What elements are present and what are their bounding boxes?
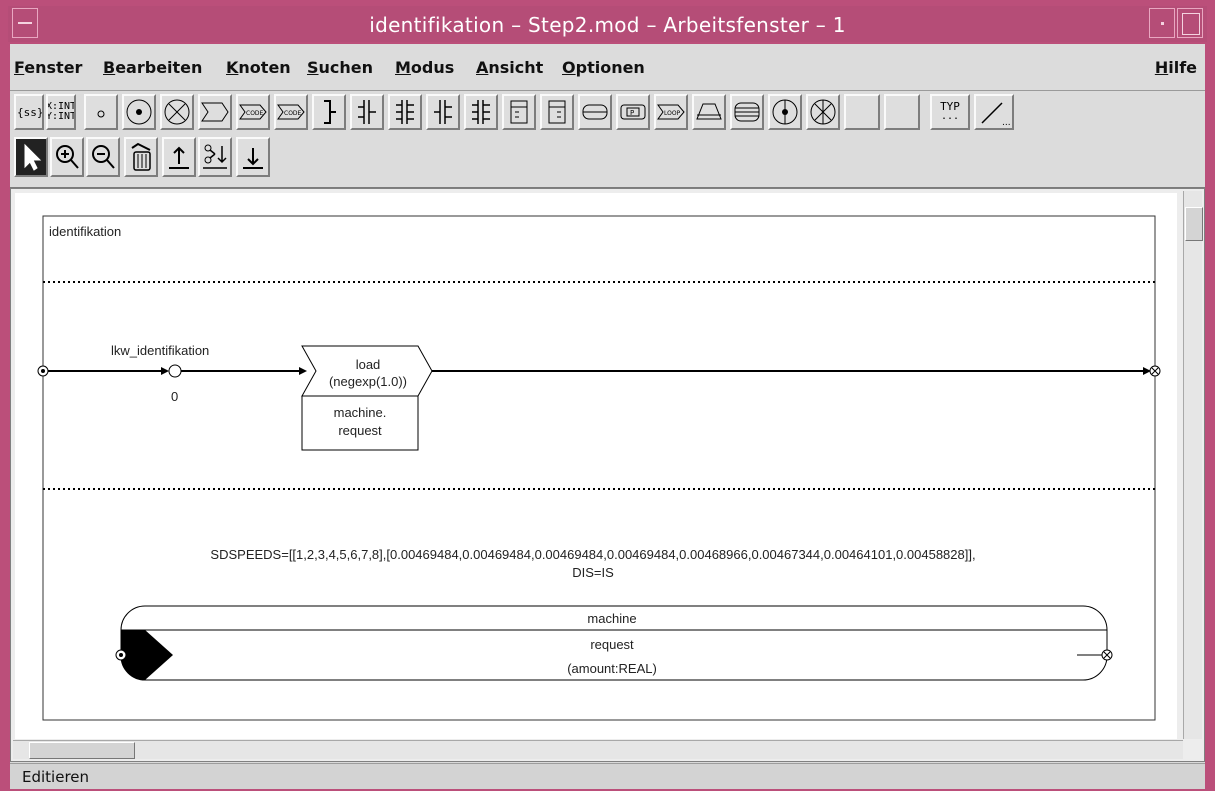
svg-text:CODE: CODE bbox=[284, 110, 302, 117]
menu-knoten[interactable]: Knoten bbox=[226, 58, 291, 77]
process-delay: (negexp(1.0)) bbox=[329, 374, 407, 389]
application-window: identifikation – Step2.mod – Arbeitsfens… bbox=[0, 0, 1215, 791]
menu-ansicht-rest: nsicht bbox=[488, 58, 544, 77]
svg-text:CODE: CODE bbox=[246, 110, 264, 117]
svg-text:LOOP: LOOP bbox=[664, 110, 681, 117]
menu-bearbeiten-rest: earbeiten bbox=[115, 58, 203, 77]
flow-arrow-1 bbox=[161, 367, 169, 375]
table-2-icon[interactable] bbox=[540, 94, 574, 130]
vertical-scrollbar[interactable] bbox=[1183, 191, 1203, 739]
minimize-button[interactable] bbox=[1149, 8, 1175, 38]
menu-ansicht-key: A bbox=[476, 58, 489, 77]
menu-suchen-rest: uchen bbox=[318, 58, 374, 77]
place-node[interactable] bbox=[168, 364, 182, 378]
toolbar: {ss} X:INT Y:INT CODE CODE P LOOP TYP ..… bbox=[10, 91, 1205, 188]
menu-modus-rest: odus bbox=[410, 58, 455, 77]
small-node-icon[interactable] bbox=[84, 94, 118, 130]
diagram-canvas[interactable]: identifikation lkw_identifikation 0 load… bbox=[15, 193, 1177, 739]
bracket-icon[interactable] bbox=[312, 94, 346, 130]
resource-name: machine bbox=[587, 611, 636, 626]
place-icon[interactable] bbox=[122, 94, 156, 130]
entry-port-dot bbox=[41, 369, 45, 373]
horizontal-scroll-thumb[interactable] bbox=[29, 742, 135, 759]
loop-icon[interactable]: LOOP bbox=[654, 94, 688, 130]
split-3-icon[interactable] bbox=[426, 94, 460, 130]
window-title: identifikation – Step2.mod – Arbeitsfens… bbox=[369, 13, 846, 37]
menu-modus-key: M bbox=[395, 58, 411, 77]
frame-title: identifikation bbox=[49, 224, 121, 239]
trapezoid-icon[interactable] bbox=[692, 94, 726, 130]
split-4-icon[interactable] bbox=[464, 94, 498, 130]
menu-optionen-rest: ptionen bbox=[575, 58, 645, 77]
table-1-icon[interactable] bbox=[502, 94, 536, 130]
menu-modus[interactable]: Modus bbox=[395, 58, 454, 77]
code-process-icon[interactable]: CODE bbox=[236, 94, 270, 130]
status-bar: Editieren bbox=[10, 763, 1205, 789]
menu-suchen[interactable]: Suchen bbox=[307, 58, 373, 77]
download-icon[interactable] bbox=[236, 137, 270, 177]
place-token-count: 0 bbox=[171, 389, 178, 404]
select-arrow-icon[interactable] bbox=[14, 137, 48, 177]
svg-text:...: ... bbox=[1002, 118, 1011, 127]
flow-arrow-2 bbox=[299, 367, 307, 375]
menu-knoten-rest: noten bbox=[238, 58, 291, 77]
type-icon[interactable]: TYP ... bbox=[930, 94, 970, 130]
workspace: identifikation lkw_identifikation 0 load… bbox=[10, 188, 1205, 762]
code-process-2-icon[interactable]: CODE bbox=[274, 94, 308, 130]
resource-entry-port-dot bbox=[119, 653, 123, 657]
circle-cross-icon[interactable] bbox=[806, 94, 840, 130]
menu-hilfe[interactable]: Hilfe bbox=[1155, 58, 1197, 77]
line-icon[interactable]: ... bbox=[974, 94, 1014, 130]
split-2-icon[interactable] bbox=[388, 94, 422, 130]
process-icon[interactable] bbox=[198, 94, 232, 130]
svg-text:P: P bbox=[630, 109, 634, 117]
queue-icon[interactable] bbox=[578, 94, 612, 130]
title-bar[interactable]: identifikation – Step2.mod – Arbeitsfens… bbox=[8, 6, 1207, 42]
y-int-label: Y:INT bbox=[46, 111, 76, 122]
process-name: load bbox=[356, 357, 381, 372]
maximize-button[interactable] bbox=[1177, 8, 1203, 38]
vertical-scroll-thumb[interactable] bbox=[1185, 207, 1203, 241]
client-area: Fenster Bearbeiten Knoten Suchen Modus A… bbox=[10, 44, 1205, 789]
horizontal-scrollbar[interactable] bbox=[13, 740, 1183, 759]
menu-fenster-key: F bbox=[14, 58, 25, 77]
menu-hilfe-key: H bbox=[1154, 58, 1169, 77]
menu-ansicht[interactable]: Ansicht bbox=[476, 58, 543, 77]
upload-icon[interactable] bbox=[162, 137, 196, 177]
circle-dot-icon[interactable] bbox=[768, 94, 802, 130]
resource-function: request bbox=[590, 637, 634, 652]
trash-icon[interactable] bbox=[124, 137, 158, 177]
menu-knoten-key: K bbox=[226, 58, 239, 77]
sdspeeds-line2: DIS=IS bbox=[572, 565, 614, 580]
status-text: Editieren bbox=[22, 768, 90, 786]
menu-bearbeiten[interactable]: Bearbeiten bbox=[103, 58, 202, 77]
menu-hilfe-rest: ilfe bbox=[1168, 58, 1197, 77]
svg-text:{ss}: {ss} bbox=[17, 106, 42, 119]
zoom-out-icon[interactable] bbox=[86, 137, 120, 177]
menu-fenster[interactable]: Fenster bbox=[14, 58, 82, 77]
type-declaration-icon[interactable]: X:INT Y:INT bbox=[46, 94, 76, 130]
cut-icon[interactable] bbox=[198, 137, 232, 177]
menu-fenster-rest: enster bbox=[24, 58, 83, 77]
menu-suchen-key: S bbox=[307, 58, 319, 77]
blank-2-icon[interactable] bbox=[884, 94, 920, 130]
menu-optionen-key: O bbox=[562, 58, 576, 77]
sdspeeds-line1: SDSPEEDS=[[1,2,3,4,5,6,7,8],[0.00469484,… bbox=[210, 547, 975, 562]
zoom-in-icon[interactable] bbox=[50, 137, 84, 177]
process-action-line1: machine. bbox=[334, 405, 387, 420]
parameter-queue-icon[interactable]: P bbox=[616, 94, 650, 130]
type-ellipsis: ... bbox=[940, 111, 960, 122]
cross-place-icon[interactable] bbox=[160, 94, 194, 130]
menu-bar: Fenster Bearbeiten Knoten Suchen Modus A… bbox=[10, 44, 1205, 91]
split-1-icon[interactable] bbox=[350, 94, 384, 130]
blank-1-icon[interactable] bbox=[844, 94, 880, 130]
place-label: lkw_identifikation bbox=[111, 343, 209, 358]
choice-icon[interactable]: {ss} bbox=[14, 94, 44, 130]
stack-icon[interactable] bbox=[730, 94, 764, 130]
menu-bearbeiten-key: B bbox=[103, 58, 116, 77]
resource-parameter: (amount:REAL) bbox=[567, 661, 657, 676]
process-action-line2: request bbox=[338, 423, 382, 438]
menu-optionen[interactable]: Optionen bbox=[562, 58, 645, 77]
